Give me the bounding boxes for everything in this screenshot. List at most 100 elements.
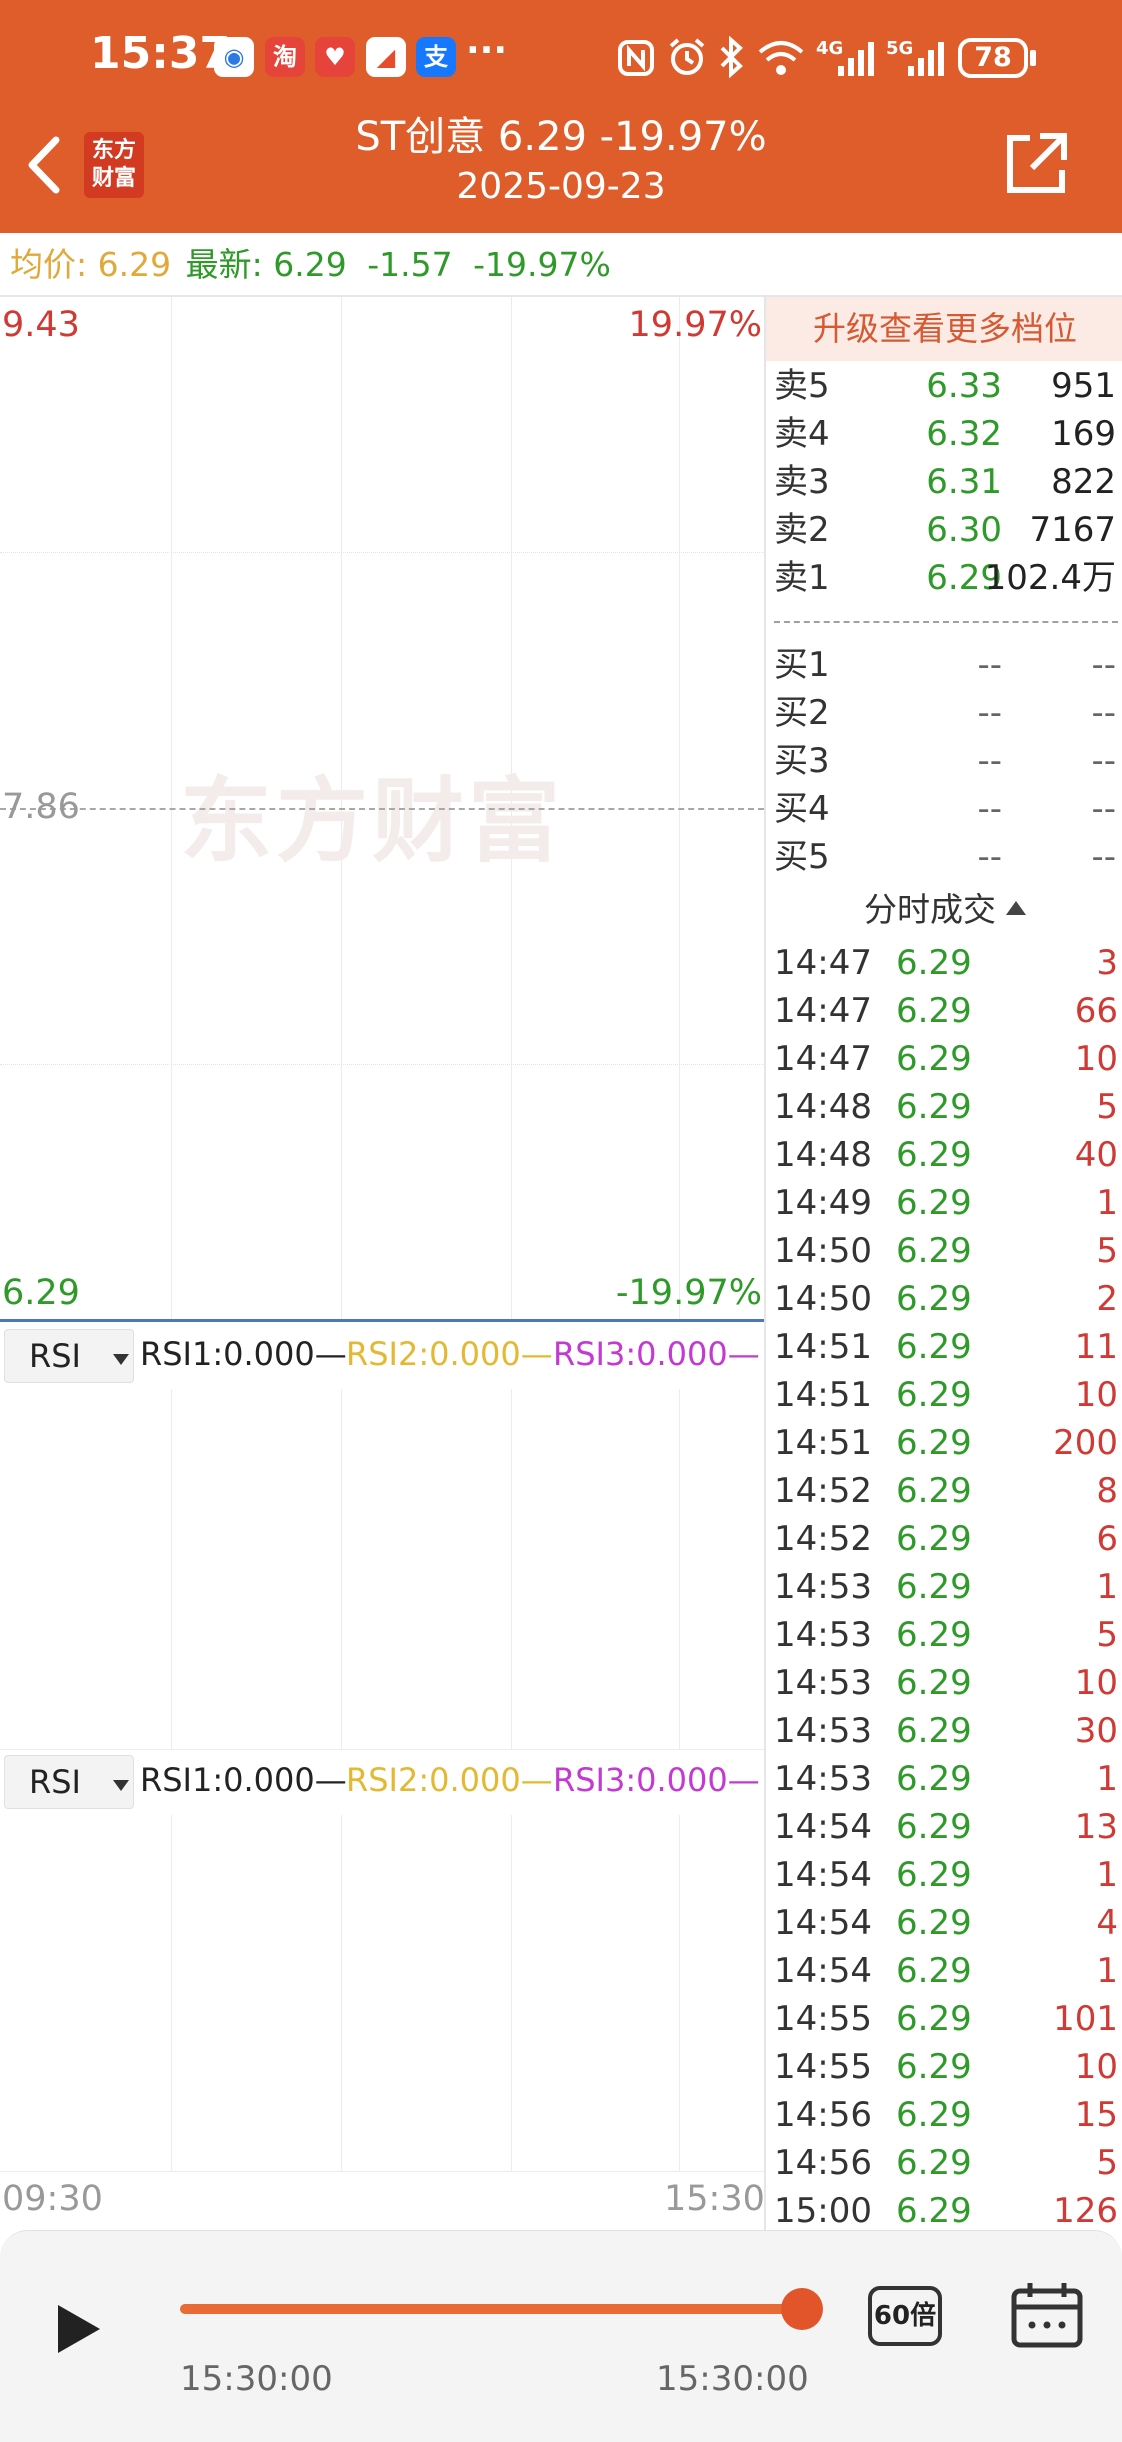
play-button[interactable] (50, 2299, 106, 2359)
status-time: 15:37 (90, 28, 231, 79)
tick-row: 14:48 6.29 5 (766, 1083, 1122, 1131)
tick-row: 14:56 6.29 15 (766, 2091, 1122, 2139)
sell-label: 卖5 (774, 366, 830, 406)
rsi3-value: RSI3:0.000— (553, 1761, 760, 1799)
tick-price: 6.29 (896, 1951, 972, 1991)
buy-price: -- (977, 645, 1002, 685)
buy-row: 买4 -- -- (766, 785, 1122, 833)
tick-time: 15:00 (774, 2191, 872, 2231)
page-date: 2025-09-23 (456, 166, 666, 207)
tick-row: 14:55 6.29 101 (766, 1995, 1122, 2043)
tick-time: 14:53 (774, 1615, 872, 1655)
battery-level: 78 (974, 42, 1012, 73)
speed-button[interactable]: 60倍 (868, 2286, 942, 2346)
indicator-select-label: RSI (29, 1763, 81, 1801)
tick-price: 6.29 (896, 1615, 972, 1655)
tick-price: 6.29 (896, 2095, 972, 2135)
buy-volume: -- (1091, 693, 1116, 733)
tick-time: 14:50 (774, 1279, 872, 1319)
tick-volume: 30 (1074, 1711, 1118, 1751)
grid-vline (171, 1815, 172, 2171)
player-end-time: 15:30:00 (656, 2359, 809, 2399)
share-button[interactable] (1002, 128, 1072, 198)
grid-vline (341, 1389, 342, 1749)
calendar-button[interactable] (1010, 2281, 1084, 2349)
grid-vline (679, 1815, 680, 2171)
sell-price: 6.31 (926, 462, 1002, 502)
shopping-app-icon: ♥ (315, 37, 355, 77)
battery-tip (1030, 50, 1036, 66)
tick-volume: 101 (1053, 1999, 1118, 2039)
caret-down-icon (113, 1354, 129, 1365)
price-line (0, 1319, 764, 1322)
sell-row: 卖4 6.32 169 (766, 410, 1122, 458)
tick-volume: 1 (1096, 1759, 1118, 1799)
tick-volume: 10 (1074, 1039, 1118, 1079)
indicator-select-2[interactable]: RSI (4, 1755, 134, 1809)
time-axis-end: 15:30 (664, 2179, 765, 2219)
grid-vline (679, 1389, 680, 1749)
tick-volume: 6 (1096, 1519, 1118, 1559)
tick-price: 6.29 (896, 2047, 972, 2087)
progress-track[interactable] (180, 2304, 802, 2314)
watermark: 东方财富 (180, 768, 565, 875)
browser-app-icon: ◉ (214, 37, 254, 77)
tick-row: 14:53 6.29 10 (766, 1659, 1122, 1707)
compass-app-icon: ◢ (366, 37, 406, 77)
change-pct: -19.97% (473, 245, 611, 284)
quote-summary: 均价: 6.29 最新: 6.29 -1.57 -19.97% (0, 233, 1122, 297)
tick-row: 14:54 6.29 13 (766, 1803, 1122, 1851)
ticks-header[interactable]: 分时成交 (766, 882, 1122, 938)
orderbook-divider (774, 621, 1118, 623)
pct-low-label: -19.97% (615, 1273, 762, 1313)
sell-price: 6.30 (926, 510, 1002, 550)
tick-row: 14:51 6.29 10 (766, 1371, 1122, 1419)
buy-label: 买2 (774, 693, 830, 733)
tick-time: 14:47 (774, 1039, 872, 1079)
upgrade-button[interactable]: 升级查看更多档位 (766, 297, 1122, 361)
tick-time: 14:56 (774, 2143, 872, 2183)
tick-time: 14:50 (774, 1231, 872, 1271)
grid-vline (171, 1389, 172, 1749)
grid-vline (511, 1389, 512, 1749)
tick-time: 14:54 (774, 1807, 872, 1847)
tick-time: 14:53 (774, 1711, 872, 1751)
tick-price: 6.29 (896, 1663, 972, 1703)
tick-volume: 2 (1096, 1279, 1118, 1319)
tick-time: 14:52 (774, 1471, 872, 1511)
buy-label: 买4 (774, 789, 830, 829)
buy-row: 买3 -- -- (766, 737, 1122, 785)
battery-icon: 78 (958, 38, 1028, 78)
buy-price: -- (977, 837, 1002, 877)
tick-time: 14:48 (774, 1087, 872, 1127)
buy-label: 买1 (774, 645, 830, 685)
grid-hline (0, 2171, 764, 2172)
sell-label: 卖4 (774, 414, 830, 454)
sell-price: 6.32 (926, 414, 1002, 454)
tick-row: 14:52 6.29 6 (766, 1515, 1122, 1563)
tick-time: 14:51 (774, 1423, 872, 1463)
tick-time: 14:51 (774, 1327, 872, 1367)
time-axis-start: 09:30 (2, 2179, 103, 2219)
intraday-chart[interactable]: 东方财富 9.43 19.97% 7.86 6.29 -19.97% RSI R… (0, 297, 765, 2230)
tick-row: 14:52 6.29 8 (766, 1467, 1122, 1515)
sell-label: 卖3 (774, 462, 830, 502)
tick-price: 6.29 (896, 991, 972, 1031)
tick-row: 14:54 6.29 1 (766, 1851, 1122, 1899)
indicator-row-1: RSI RSI1:0.000— RSI2:0.000— RSI3:0.000— (0, 1323, 764, 1389)
indicator-select-1[interactable]: RSI (4, 1329, 134, 1383)
progress-knob[interactable] (781, 2288, 823, 2330)
tick-time: 14:52 (774, 1519, 872, 1559)
tick-volume: 5 (1096, 2143, 1118, 2183)
tick-row: 14:56 6.29 5 (766, 2139, 1122, 2187)
tick-time: 14:54 (774, 1951, 872, 1991)
tick-price: 6.29 (896, 1759, 972, 1799)
tick-row: 14:53 6.29 1 (766, 1563, 1122, 1611)
status-more-icon: ··· (466, 30, 508, 71)
top-bar: 15:37 ◉ 淘 ♥ ◢ 支 ··· 4G 5G 78 东方 财富 ST创意 … (0, 0, 1122, 233)
tick-row: 14:51 6.29 11 (766, 1323, 1122, 1371)
ticks-list[interactable]: 14:47 6.29 3 14:47 6.29 66 14:47 6.29 10 14:48 6.2… (766, 939, 1122, 2235)
sell-volume: 102.4万 (984, 558, 1116, 598)
signal-4g-icon (838, 42, 874, 76)
rsi2-value: RSI2:0.000— (346, 1761, 553, 1799)
